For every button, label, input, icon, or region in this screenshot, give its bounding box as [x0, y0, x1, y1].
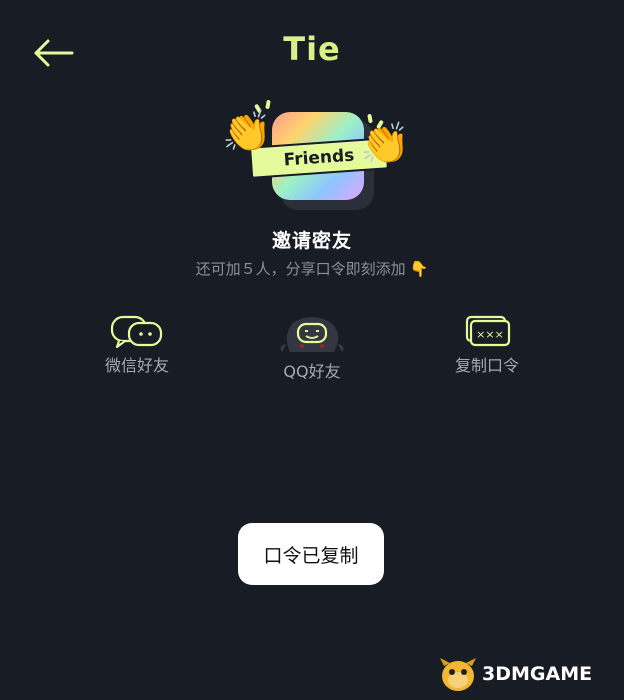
copy-code-icon: ×××	[465, 315, 511, 347]
share-options: 微信好友 QQ好友 ××× 复制口令	[0, 314, 624, 394]
copied-toast: 口令已复制	[238, 523, 384, 585]
svg-text:×××: ×××	[476, 328, 504, 341]
invite-heading: 邀请密友	[271, 230, 352, 252]
site-watermark: 3DMGAME	[436, 654, 592, 694]
share-wechat-button[interactable]: 微信好友	[72, 314, 202, 376]
copy-code-label: 复制口令	[454, 356, 519, 375]
friends-illustration: Friends 👏 👏	[222, 98, 412, 218]
page-title: Tie	[283, 30, 341, 68]
invite-friends-screen: Tie Friends 👏 👏 邀请密友 还可加５人，分享口令即刻添加 👇 微信好…	[0, 0, 624, 700]
pointing-down-icon: 👇	[409, 260, 429, 278]
3dm-mascot-icon	[440, 658, 476, 691]
copy-code-button[interactable]: ××× 复制口令	[422, 314, 552, 376]
watermark-text: 3DMGAME	[482, 663, 593, 685]
share-qq-label: QQ好友	[283, 362, 341, 381]
sparkle-icon	[265, 99, 271, 110]
clapping-hands-icon: 👏	[360, 121, 410, 167]
share-wechat-label: 微信好友	[104, 356, 169, 375]
share-qq-button[interactable]: QQ好友	[247, 314, 377, 382]
wechat-icon	[110, 315, 163, 348]
invite-subtext-row: 还可加５人，分享口令即刻添加 👇	[0, 258, 624, 279]
clapping-hands-icon: 👏	[222, 109, 272, 155]
qq-penguin-icon	[280, 317, 344, 352]
invite-subtext: 还可加５人，分享口令即刻添加	[195, 260, 406, 278]
